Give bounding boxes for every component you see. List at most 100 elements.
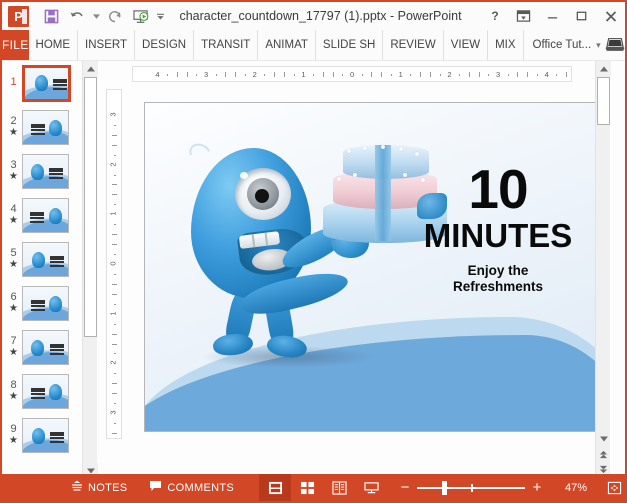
normal-view-button[interactable] — [259, 474, 291, 501]
ruler-tick-label: 2 — [253, 70, 257, 79]
zoom-in-button[interactable]: + — [531, 480, 543, 495]
title-bar: P — [2, 2, 625, 30]
ruler-tick-label: 1 — [301, 70, 305, 79]
zoom-slider[interactable] — [417, 481, 525, 495]
notes-button[interactable]: NOTES — [60, 474, 138, 501]
quick-access-toolbar: P — [2, 2, 166, 30]
thumbnail-slide-1[interactable]: 1 — [2, 61, 82, 105]
thumbnail-slide-8[interactable]: 8★ — [2, 369, 82, 413]
ruler-minor-tick — [566, 72, 567, 77]
thumbnail-slide-7[interactable]: 7★ — [2, 325, 82, 369]
redo-icon[interactable] — [102, 4, 128, 28]
undo-icon[interactable] — [64, 4, 90, 28]
thumbnail-slide-2[interactable]: 2★ — [2, 105, 82, 149]
monster-teeth — [239, 231, 280, 249]
tab-home[interactable]: HOME — [29, 30, 79, 60]
thumbnail-meta: 1 — [5, 77, 22, 89]
thumbnail-meta: 8★ — [5, 380, 22, 402]
maximize-button[interactable] — [567, 2, 596, 30]
tab-slide-show[interactable]: SLIDE SH — [316, 30, 383, 60]
ruler-minor-tick — [112, 383, 117, 384]
save-icon[interactable] — [38, 4, 64, 28]
zoom-slider-handle[interactable] — [442, 481, 447, 495]
scroll-down-button[interactable] — [596, 431, 611, 446]
customize-qat-caret-icon[interactable] — [154, 4, 166, 28]
slide-scrollbar[interactable] — [595, 61, 610, 478]
slide-show-button[interactable] — [355, 474, 387, 501]
ruler-minor-tick — [235, 72, 236, 77]
eye-glint — [240, 172, 248, 179]
notes-icon — [71, 480, 83, 495]
ruler-minor-tick — [112, 393, 117, 394]
tab-review[interactable]: REVIEW — [383, 30, 443, 60]
monster-eye — [235, 168, 291, 220]
ruler-minor-tick — [381, 72, 382, 77]
ruler-minor-tick — [112, 234, 117, 235]
ruler-tick-label: 2 — [447, 70, 451, 79]
comments-label: COMMENTS — [167, 482, 234, 494]
tab-file[interactable]: FILE — [2, 30, 29, 60]
slide-scrollbar-thumb[interactable] — [597, 77, 610, 125]
animation-star-icon: ★ — [9, 128, 18, 139]
ruler-tick-label: 4 — [545, 70, 549, 79]
view-buttons — [259, 474, 387, 501]
reading-view-button[interactable] — [323, 474, 355, 501]
ruler-tick-label: 0 — [109, 261, 118, 265]
tab-design[interactable]: DESIGN — [135, 30, 194, 60]
tab-mix[interactable]: MIX — [488, 30, 523, 60]
slide-thumbnail-pane[interactable]: 12★3★4★5★6★7★8★9★ — [2, 61, 82, 478]
eye-pupil — [255, 189, 269, 203]
scroll-up-button[interactable] — [596, 61, 611, 76]
thumbnail-slide-6[interactable]: 6★ — [2, 281, 82, 325]
thumbnail-scroll-up-button[interactable] — [83, 61, 98, 76]
start-presentation-icon[interactable] — [128, 4, 154, 28]
tab-insert[interactable]: INSERT — [78, 30, 135, 60]
ruler-minor-tick — [342, 74, 343, 76]
ruler-tick-label: 2 — [109, 162, 118, 166]
thumbnail-slide-4[interactable]: 4★ — [2, 193, 82, 237]
previous-slide-button[interactable] — [596, 447, 611, 462]
thumbnail-image — [22, 110, 69, 145]
ruler-minor-tick — [112, 184, 117, 185]
ruler-minor-tick — [245, 74, 246, 76]
ruler-minor-tick — [216, 74, 217, 76]
comments-button[interactable]: COMMENTS — [138, 474, 245, 501]
thumbnail-slide-3[interactable]: 3★ — [2, 149, 82, 193]
thumbnail-image — [22, 286, 69, 321]
thumbnail-number: 6 — [10, 292, 16, 304]
tab-view[interactable]: VIEW — [444, 30, 488, 60]
thumbnail-slide-9[interactable]: 9★ — [2, 413, 82, 457]
zoom-level-label[interactable]: 47% — [557, 482, 587, 494]
thumbnail-slide-5[interactable]: 5★ — [2, 237, 82, 281]
ruler-minor-tick — [114, 373, 116, 374]
ribbon-display-options-button[interactable] — [509, 2, 538, 30]
undo-dropdown-caret-icon[interactable] — [90, 4, 102, 28]
slide-sorter-view-button[interactable] — [291, 474, 323, 501]
thumbnail-meta: 5★ — [5, 248, 22, 270]
countdown-text-block[interactable]: 10 MINUTES Enjoy the Refreshments — [413, 163, 583, 295]
animation-star-icon: ★ — [9, 216, 18, 227]
ruler-minor-tick — [114, 353, 116, 354]
tab-animations[interactable]: ANIMAT — [258, 30, 316, 60]
ruler-tick-label: 2 — [109, 361, 118, 365]
ruler-tick-label: 0 — [350, 70, 354, 79]
help-button[interactable]: ? — [480, 2, 509, 30]
ruler-minor-tick — [264, 74, 265, 76]
zoom-out-button[interactable]: − — [399, 480, 411, 495]
animation-star-icon: ★ — [9, 260, 18, 271]
ruler-minor-tick — [527, 72, 528, 77]
slide-canvas[interactable]: 10 MINUTES Enjoy the Refreshments — [144, 102, 602, 432]
ruler-minor-tick — [112, 135, 117, 136]
ruler-minor-tick — [112, 145, 117, 146]
account-caret-icon[interactable]: ▾ — [596, 40, 601, 51]
account-menu[interactable]: Office Tut... ▾ — [524, 30, 627, 60]
minimize-button[interactable] — [538, 2, 567, 30]
countdown-subtitle-line2: Refreshments — [413, 279, 583, 295]
ruler-tick-label: 1 — [399, 70, 403, 79]
thumbnail-scrollbar[interactable] — [82, 61, 97, 478]
thumbnail-image — [22, 330, 69, 365]
tab-transitions[interactable]: TRANSIT — [194, 30, 258, 60]
fit-to-window-button[interactable] — [603, 474, 625, 501]
close-button[interactable] — [596, 2, 625, 30]
thumbnail-scrollbar-thumb[interactable] — [84, 77, 97, 337]
